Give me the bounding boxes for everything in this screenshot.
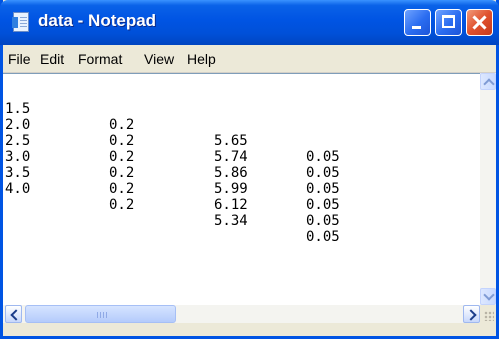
text-line: 2.5 0.2 5.86 0.05 <box>5 117 340 197</box>
chevron-down-icon <box>483 289 495 301</box>
maximize-button[interactable] <box>435 9 462 36</box>
text-editor[interactable]: 1.5 0.2 5.65 0.05 2.0 0.2 5.74 0.05 2.5 … <box>3 73 480 305</box>
window-title: data - Notepad <box>38 11 157 30</box>
cell: 0.2 <box>109 197 135 213</box>
chevron-right-icon <box>465 309 477 321</box>
notepad-window: data - Notepad File Edit Format View Hel… <box>0 0 499 339</box>
menu-bar: File Edit Format View Help <box>3 45 496 73</box>
vertical-scrollbar[interactable] <box>480 73 496 305</box>
cell: 5.65 <box>214 133 248 149</box>
chevron-left-icon <box>10 309 22 321</box>
cell: 0.2 <box>109 149 135 165</box>
menu-edit[interactable]: Edit <box>40 51 64 67</box>
menu-help[interactable]: Help <box>187 51 216 67</box>
menu-file[interactable]: File <box>8 51 31 67</box>
minimize-button[interactable] <box>404 9 431 36</box>
cell: 0.05 <box>306 165 340 181</box>
cell: 0.2 <box>109 133 135 149</box>
cell: 6.12 <box>214 197 248 213</box>
close-button[interactable] <box>466 9 493 36</box>
cell: 0.05 <box>306 181 340 197</box>
notepad-icon[interactable] <box>12 12 29 32</box>
scroll-right-button[interactable] <box>463 305 480 323</box>
minimize-icon <box>412 26 421 29</box>
scroll-left-button[interactable] <box>5 305 22 323</box>
cell: 0.05 <box>306 229 340 245</box>
chevron-up-icon <box>483 78 495 90</box>
cell: 0.05 <box>306 213 340 229</box>
close-icon <box>467 10 492 35</box>
cell: 5.34 <box>214 213 248 229</box>
scroll-up-button[interactable] <box>480 73 496 90</box>
title-bar[interactable]: data - Notepad <box>0 0 499 45</box>
cell: 0.2 <box>109 117 135 133</box>
cell: 5.74 <box>214 149 248 165</box>
text-line: 4.0 0.2 5.34 0.05 <box>5 165 340 245</box>
scroll-down-button[interactable] <box>480 288 496 305</box>
cell: 5.86 <box>214 165 248 181</box>
cell: 4.0 <box>5 181 31 197</box>
menu-view[interactable]: View <box>144 51 174 67</box>
resize-grip-icon[interactable] <box>480 305 496 323</box>
scroll-thumb[interactable] <box>25 305 176 323</box>
cell: 0.2 <box>109 165 135 181</box>
cell: 0.2 <box>109 181 135 197</box>
cell: 0.05 <box>306 149 340 165</box>
cell: 0.05 <box>306 197 340 213</box>
text-line: 1.5 0.2 5.65 0.05 <box>5 85 340 165</box>
text-line: 2.0 0.2 5.74 0.05 <box>5 101 340 181</box>
text-line: 3.0 0.2 5.99 0.05 <box>5 133 340 213</box>
maximize-icon <box>442 15 455 28</box>
cell: 5.99 <box>214 181 248 197</box>
horizontal-scrollbar[interactable] <box>3 305 480 323</box>
text-line: 3.5 0.2 6.12 0.05 <box>5 149 340 229</box>
menu-format[interactable]: Format <box>78 51 122 67</box>
grip-icon <box>97 312 107 318</box>
